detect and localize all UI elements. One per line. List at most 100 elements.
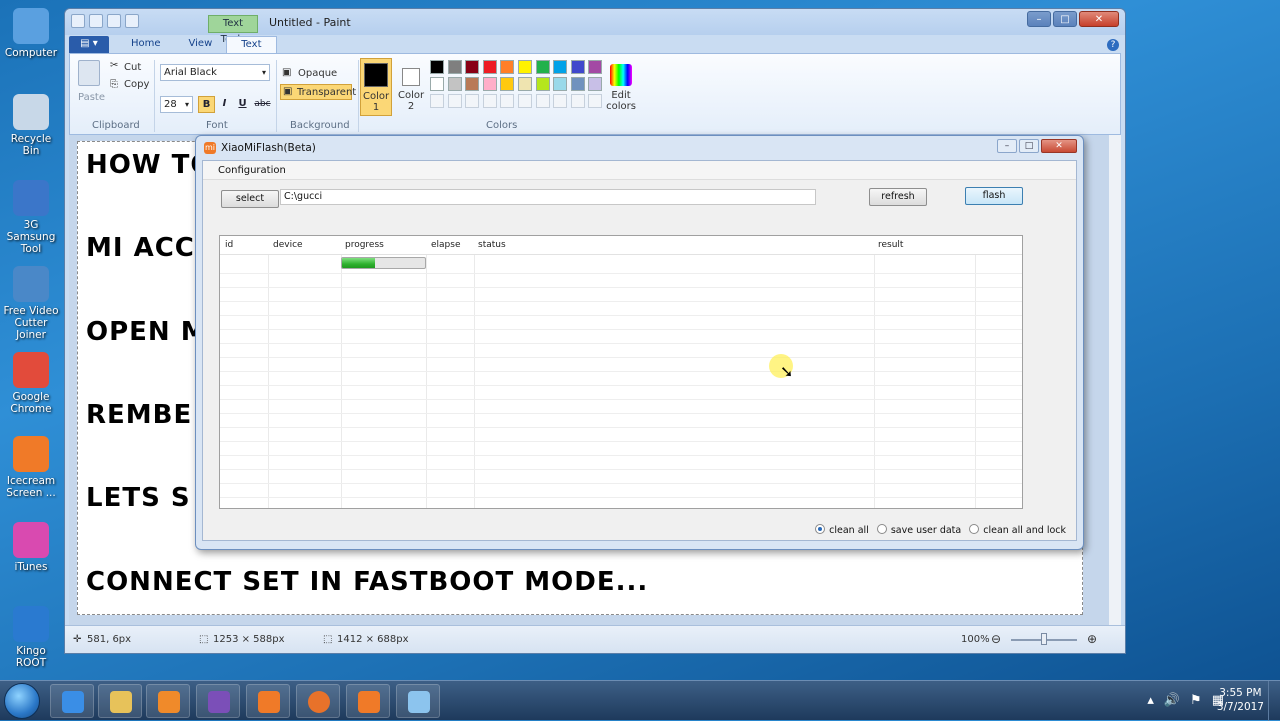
- desktop-icon[interactable]: Google Chrome: [2, 352, 60, 415]
- column-progress[interactable]: progress: [345, 240, 384, 250]
- underline-button[interactable]: U: [234, 96, 251, 113]
- miflash-close-button[interactable]: ✕: [1041, 139, 1077, 153]
- taskbar-media-player[interactable]: [146, 684, 190, 718]
- font-size-select[interactable]: 28 ▾: [160, 96, 193, 113]
- volume-icon[interactable]: 🔊: [1164, 693, 1180, 708]
- tab-home[interactable]: Home: [117, 36, 175, 53]
- taskbar-icecream[interactable]: [246, 684, 290, 718]
- redo-icon[interactable]: [125, 14, 139, 28]
- column-status[interactable]: status: [478, 240, 506, 250]
- help-icon[interactable]: ?: [1107, 39, 1119, 51]
- canvas-scrollbar[interactable]: [1109, 135, 1121, 627]
- file-menu-button[interactable]: ▤ ▾: [69, 36, 109, 53]
- path-input[interactable]: C:\gucci: [280, 189, 816, 205]
- color-swatch[interactable]: [500, 77, 515, 91]
- color-swatch[interactable]: [570, 77, 585, 91]
- transparent-button[interactable]: ▣ Transparent: [280, 84, 356, 100]
- cut-button[interactable]: Cut: [124, 62, 141, 73]
- custom-color-swatch[interactable]: [482, 94, 497, 108]
- taskbar-firefox[interactable]: [296, 684, 340, 718]
- close-button[interactable]: ✕: [1079, 11, 1119, 27]
- custom-color-swatch[interactable]: [500, 94, 515, 108]
- edit-colors-icon[interactable]: [610, 64, 632, 86]
- custom-color-swatch[interactable]: [535, 94, 550, 108]
- show-hidden-icons[interactable]: ▴: [1147, 693, 1154, 708]
- color-swatch[interactable]: [518, 60, 532, 74]
- undo-icon[interactable]: [107, 14, 121, 28]
- radio-icon[interactable]: [815, 524, 826, 534]
- color-swatch[interactable]: [570, 60, 585, 74]
- desktop-icon[interactable]: Computer: [2, 8, 60, 59]
- color-swatch[interactable]: [447, 60, 462, 74]
- taskbar-miflash[interactable]: [346, 684, 390, 718]
- custom-color-swatch[interactable]: [430, 94, 444, 108]
- minimize-button[interactable]: –: [1027, 11, 1051, 27]
- custom-color-swatch[interactable]: [518, 94, 532, 108]
- opaque-button[interactable]: Opaque: [298, 68, 337, 79]
- custom-color-swatch[interactable]: [553, 94, 568, 108]
- start-button[interactable]: [4, 683, 40, 719]
- custom-color-swatch[interactable]: [465, 94, 480, 108]
- color-swatch[interactable]: [430, 60, 444, 74]
- color-swatch[interactable]: [535, 60, 550, 74]
- option-save-user-data[interactable]: save user data: [876, 524, 961, 536]
- italic-button[interactable]: I: [216, 96, 233, 113]
- show-desktop-button[interactable]: [1268, 681, 1280, 721]
- color-swatch[interactable]: [482, 60, 497, 74]
- color-swatch[interactable]: [500, 60, 515, 74]
- refresh-button[interactable]: refresh: [869, 188, 927, 206]
- miflash-maximize-button[interactable]: □: [1019, 139, 1039, 153]
- column-device[interactable]: device: [273, 240, 303, 250]
- column-id[interactable]: id: [225, 240, 233, 250]
- desktop-icon[interactable]: Free Video Cutter Joiner: [2, 266, 60, 341]
- device-grid[interactable]: id device progress elapse status result: [219, 235, 1023, 509]
- zoom-in-button[interactable]: ⊕: [1087, 632, 1097, 646]
- action-center-icon[interactable]: ⚑: [1190, 693, 1202, 708]
- paint-app-icon[interactable]: [71, 14, 85, 28]
- copy-button[interactable]: Copy: [124, 79, 149, 90]
- clock[interactable]: 3:55 PM 3/7/2017: [1217, 686, 1264, 714]
- flash-button[interactable]: flash: [965, 187, 1023, 205]
- tab-text[interactable]: Text: [226, 36, 277, 53]
- color-swatch[interactable]: [465, 60, 480, 74]
- custom-color-swatch[interactable]: [588, 94, 603, 108]
- color-swatch[interactable]: [535, 77, 550, 91]
- custom-color-swatch[interactable]: [570, 94, 585, 108]
- desktop-icon[interactable]: iTunes: [2, 522, 60, 573]
- bold-button[interactable]: B: [198, 96, 215, 113]
- select-button[interactable]: select: [221, 190, 279, 208]
- column-elapse[interactable]: elapse: [431, 240, 461, 250]
- radio-icon[interactable]: [969, 524, 980, 534]
- tab-view[interactable]: View: [175, 36, 227, 53]
- color-swatch[interactable]: [482, 77, 497, 91]
- color-swatch[interactable]: [447, 77, 462, 91]
- miflash-minimize-button[interactable]: –: [997, 139, 1017, 153]
- color1-button[interactable]: Color 1: [360, 58, 392, 116]
- color-swatch[interactable]: [588, 77, 603, 91]
- color-swatch[interactable]: [553, 77, 568, 91]
- option-clean-all-and-lock[interactable]: clean all and lock: [969, 524, 1066, 536]
- radio-icon[interactable]: [876, 524, 887, 534]
- taskbar-paint[interactable]: [396, 684, 440, 718]
- paste-icon[interactable]: [78, 60, 100, 86]
- strikethrough-button[interactable]: abc: [254, 96, 271, 113]
- desktop-icon[interactable]: 3G Samsung Tool: [2, 180, 60, 255]
- option-clean-all[interactable]: clean all: [815, 524, 869, 536]
- desktop-icon[interactable]: Icecream Screen ...: [2, 436, 60, 499]
- taskbar-ie[interactable]: [50, 684, 94, 718]
- taskbar-visual-studio[interactable]: [196, 684, 240, 718]
- zoom-slider-thumb[interactable]: [1041, 633, 1047, 645]
- edit-colors-button[interactable]: Edit colors: [604, 90, 638, 112]
- menu-configuration[interactable]: Configuration: [218, 165, 286, 176]
- maximize-button[interactable]: □: [1053, 11, 1077, 27]
- column-result[interactable]: result: [878, 240, 903, 250]
- color-swatch[interactable]: [553, 60, 568, 74]
- custom-color-swatch[interactable]: [447, 94, 462, 108]
- desktop-icon[interactable]: Kingo ROOT: [2, 606, 60, 669]
- taskbar-explorer[interactable]: [98, 684, 142, 718]
- color-swatch[interactable]: [518, 77, 532, 91]
- paste-button[interactable]: Paste: [78, 92, 105, 103]
- save-icon[interactable]: [89, 14, 103, 28]
- zoom-out-button[interactable]: ⊖: [991, 632, 1001, 646]
- font-family-select[interactable]: Arial Black ▾: [160, 64, 270, 81]
